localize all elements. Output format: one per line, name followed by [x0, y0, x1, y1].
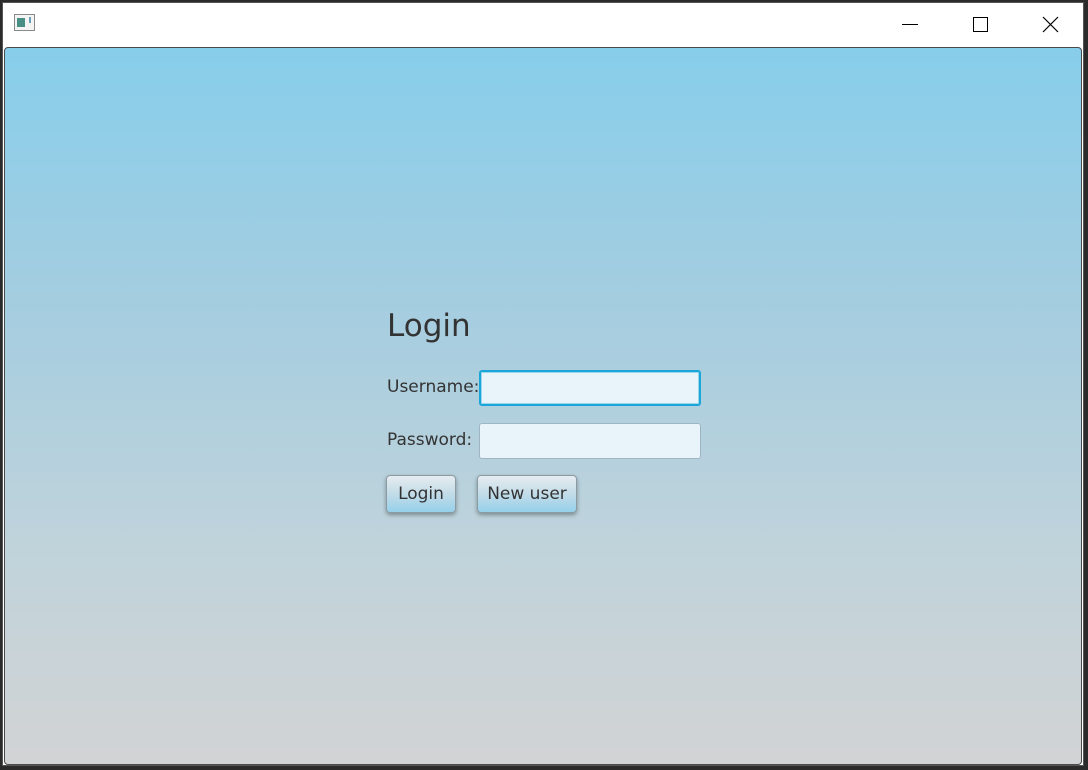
app-icon[interactable] — [14, 14, 35, 31]
app-icon-bar — [29, 17, 31, 23]
title-bar[interactable] — [3, 3, 1083, 47]
password-label: Password: — [387, 430, 473, 450]
close-button[interactable] — [1012, 3, 1080, 47]
login-button[interactable]: Login — [386, 475, 456, 513]
new-user-button[interactable]: New user — [477, 475, 577, 513]
username-input[interactable] — [479, 370, 701, 406]
app-icon-block — [17, 18, 25, 27]
username-label: Username: — [387, 377, 480, 397]
minimize-button[interactable] — [874, 3, 942, 47]
password-input[interactable] — [479, 423, 701, 459]
login-pane: Login Username: Password: Login New user — [4, 47, 1082, 765]
app-window: Login Username: Password: Login New user — [2, 2, 1084, 766]
minimize-icon — [902, 24, 918, 25]
close-icon — [1042, 16, 1059, 33]
maximize-icon — [973, 17, 988, 32]
page-title: Login — [387, 308, 471, 344]
maximize-button[interactable] — [943, 3, 1011, 47]
